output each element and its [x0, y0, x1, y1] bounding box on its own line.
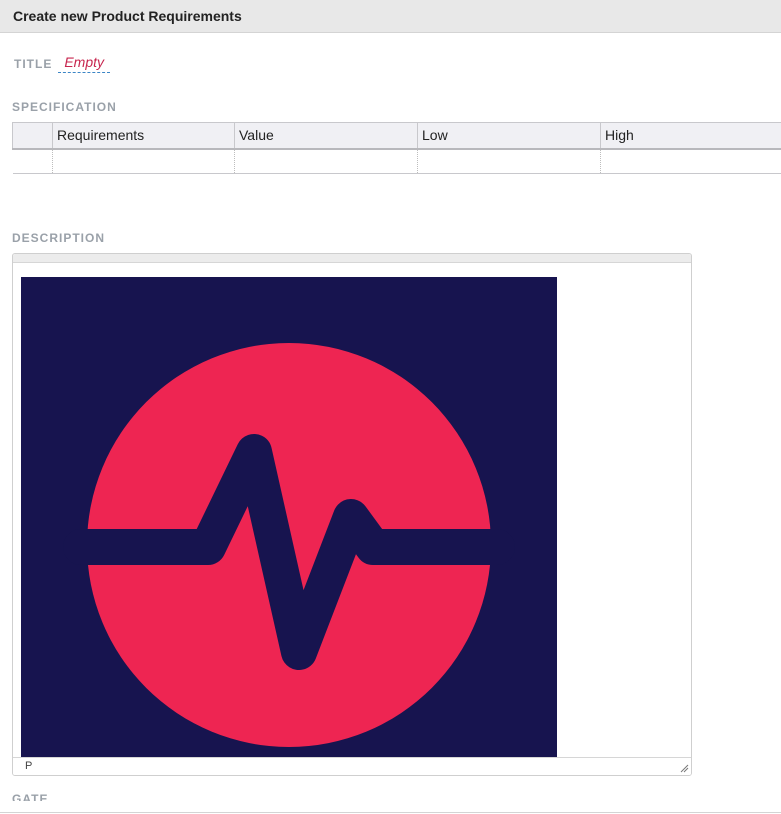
create-dialog: Create new Product Requirements TITLE Em…	[0, 0, 781, 814]
table-cell-high[interactable]	[600, 148, 781, 174]
description-editor[interactable]: P	[12, 253, 692, 776]
description-image[interactable]	[21, 277, 557, 757]
footer-divider	[0, 812, 781, 813]
title-editable-value[interactable]: Empty	[58, 54, 111, 73]
table-cell-requirements[interactable]	[52, 148, 235, 174]
specification-table: Requirements Value Low High	[12, 122, 781, 174]
description-label: DESCRIPTION	[12, 231, 106, 245]
column-header-low[interactable]: Low	[417, 122, 601, 150]
element-path[interactable]: P	[25, 760, 32, 772]
column-header-value[interactable]: Value	[234, 122, 418, 150]
table-cell-value[interactable]	[234, 148, 418, 174]
dialog-title: Create new Product Requirements	[13, 8, 242, 24]
table-cell-low[interactable]	[417, 148, 601, 174]
resize-handle-icon[interactable]	[679, 763, 689, 773]
title-label: TITLE	[14, 56, 53, 71]
table-cell-row-handle[interactable]	[12, 148, 53, 174]
editor-status-bar: P	[13, 757, 691, 775]
column-header-row-handle[interactable]	[12, 122, 53, 150]
column-header-requirements[interactable]: Requirements	[52, 122, 235, 150]
title-field: TITLE Empty	[14, 54, 111, 73]
specification-header-row: Requirements Value Low High	[12, 122, 781, 150]
gate-label: GATE	[12, 792, 49, 801]
editor-toolbar	[13, 254, 691, 263]
column-header-high[interactable]: High	[600, 122, 781, 150]
specification-label: SPECIFICATION	[12, 100, 117, 114]
table-row	[12, 148, 781, 174]
dialog-header: Create new Product Requirements	[0, 0, 781, 33]
